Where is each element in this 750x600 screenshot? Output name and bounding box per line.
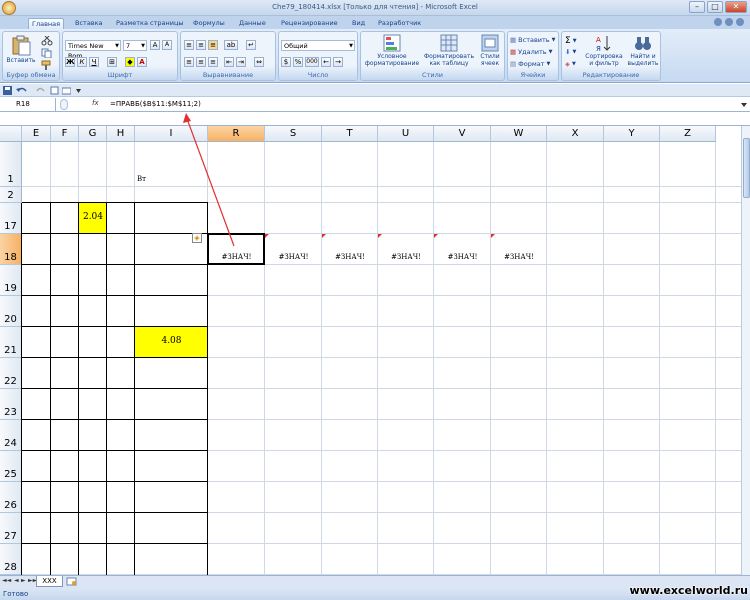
sheet-tab-xxx[interactable]: XXX [36, 576, 63, 587]
annotation-arrow [183, 113, 235, 247]
tab-nav-next-icon[interactable]: ► [21, 577, 26, 584]
new-sheet-icon[interactable] [66, 577, 78, 586]
tab-nav-prev-icon[interactable]: ◄ [14, 577, 19, 584]
status-text: Готово [3, 590, 29, 598]
tab-nav-first-icon[interactable]: ◄◄ [2, 577, 11, 584]
watermark: www.excelworld.ru [629, 584, 749, 597]
